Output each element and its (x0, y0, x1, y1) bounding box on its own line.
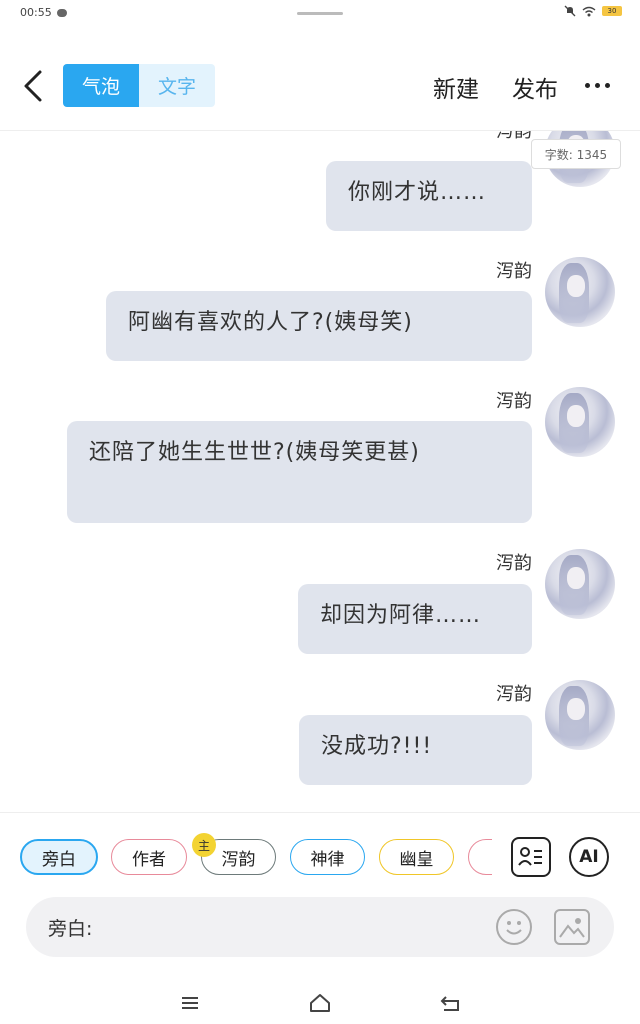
role-chip[interactable]: 幽皇 (379, 839, 454, 875)
message-bubble[interactable]: 却因为阿律…… (298, 584, 532, 654)
tab-text[interactable]: 文字 (139, 64, 215, 107)
message-bubble[interactable]: 没成功?!!! (299, 715, 532, 785)
role-chip[interactable]: 作者 (111, 839, 187, 875)
home-icon[interactable] (308, 992, 332, 1014)
chat-list[interactable]: 泻韵 你刚才说…… 泻韵 阿幽有喜欢的人了?(姨母笑) 泻韵 还陪了她生生世世?… (0, 131, 640, 811)
publish-button[interactable]: 发布 (512, 70, 558, 104)
status-bar: 00:55 30 (0, 0, 640, 28)
mute-icon (564, 5, 576, 17)
sender-name: 泻韵 (496, 684, 532, 705)
status-time: 00:55 (20, 6, 52, 19)
role-chip[interactable]: 神律 (290, 839, 365, 875)
sender-name: 泻韵 (496, 261, 532, 282)
message-bubble[interactable]: 还陪了她生生世世?(姨母笑更甚) (67, 421, 532, 523)
avatar[interactable] (545, 680, 615, 750)
person-list-glyph (518, 847, 542, 866)
emoji-icon[interactable] (496, 909, 532, 945)
sender-name: 泻韵 (496, 391, 532, 412)
wifi-icon (582, 6, 596, 16)
message-input-bar: 旁白: (26, 897, 614, 957)
back-icon[interactable] (438, 992, 462, 1014)
message-bubble[interactable]: 你刚才说…… (326, 161, 532, 231)
sender-name: 泻韵 (496, 131, 532, 142)
menu-icon[interactable] (178, 992, 202, 1014)
main-role-badge: 主 (192, 833, 216, 857)
sender-name: 泻韵 (496, 553, 532, 574)
message-bubble[interactable]: 阿幽有喜欢的人了?(姨母笑) (106, 291, 532, 361)
new-button[interactable]: 新建 (433, 70, 479, 104)
avatar[interactable] (545, 549, 615, 619)
back-arrow-icon[interactable] (18, 68, 48, 104)
mode-toggle: 气泡 文字 (63, 64, 215, 107)
ai-button[interactable]: AI (569, 837, 609, 877)
window-handle[interactable] (297, 12, 343, 15)
top-bar: 气泡 文字 新建 发布 (0, 40, 640, 131)
role-chip[interactable] (468, 839, 492, 875)
avatar[interactable] (545, 387, 615, 457)
input-role-label: 旁白: (48, 918, 93, 940)
chat-notification-icon (57, 9, 67, 17)
more-icon[interactable] (585, 83, 610, 88)
role-selector[interactable]: 旁白 作者 泻韵 神律 幽皇 (20, 839, 492, 879)
message-input[interactable] (112, 909, 496, 947)
tab-bubble[interactable]: 气泡 (63, 64, 139, 107)
system-nav-bar (0, 982, 640, 1024)
battery-icon: 30 (602, 6, 622, 16)
word-count-badge: 字数: 1345 (531, 139, 621, 169)
image-icon[interactable] (554, 909, 590, 945)
role-chip[interactable]: 旁白 (20, 839, 98, 875)
character-list-icon[interactable] (511, 837, 551, 877)
compose-panel: 旁白 作者 泻韵 神律 幽皇 主 AI 旁白: (0, 812, 640, 983)
avatar[interactable] (545, 257, 615, 327)
